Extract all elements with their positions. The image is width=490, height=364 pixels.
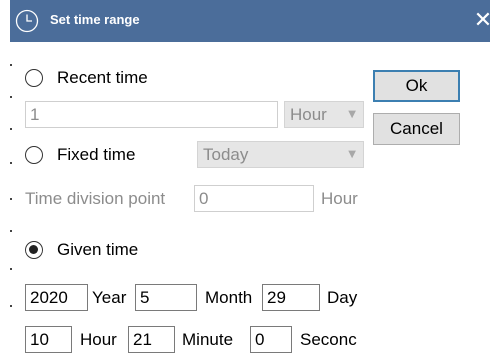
- edge-mark: [10, 268, 12, 270]
- recent-time-radio[interactable]: [25, 69, 43, 87]
- recent-unit-dropdown[interactable]: Hour ▼: [284, 101, 364, 128]
- second-label: Seconc: [300, 330, 357, 349]
- day-label: Day: [327, 288, 358, 307]
- chevron-down-icon: ▼: [348, 109, 356, 120]
- edge-mark: [10, 162, 12, 164]
- cancel-button[interactable]: Cancel: [373, 113, 460, 145]
- edge-mark: [10, 305, 12, 307]
- edge-mark: [10, 128, 12, 130]
- hour-label: Hour: [80, 330, 117, 349]
- clock-icon: [15, 9, 39, 33]
- close-icon[interactable]: ✕: [471, 6, 490, 36]
- month-input[interactable]: 5: [135, 284, 197, 311]
- edge-mark: [10, 96, 12, 98]
- edge-mark: [10, 64, 12, 66]
- minute-label: Minute: [182, 330, 234, 349]
- given-time-label: Given time: [57, 240, 139, 259]
- second-input[interactable]: 0: [250, 326, 292, 353]
- ok-button[interactable]: Ok: [373, 70, 460, 102]
- edge-mark: [10, 198, 12, 200]
- division-unit: Hour: [321, 189, 358, 208]
- chevron-down-icon: ▼: [348, 149, 356, 160]
- month-label: Month: [205, 288, 253, 307]
- year-label: Year: [92, 288, 127, 307]
- recent-time-label: Recent time: [57, 68, 148, 87]
- recent-time-input[interactable]: 1: [25, 101, 278, 128]
- fixed-day-value: Today: [203, 145, 249, 164]
- division-label: Time division point: [25, 189, 166, 208]
- hour-input[interactable]: 10: [25, 326, 72, 353]
- edge-mark: [10, 230, 12, 232]
- fixed-time-label: Fixed time: [57, 145, 136, 164]
- window-title: Set time range: [50, 12, 140, 27]
- fixed-time-radio[interactable]: [25, 146, 43, 164]
- recent-unit-value: Hour: [290, 105, 327, 124]
- day-input[interactable]: 29: [262, 284, 320, 311]
- given-time-radio[interactable]: [25, 241, 43, 259]
- division-input[interactable]: 0: [194, 185, 314, 212]
- minute-input[interactable]: 21: [128, 326, 175, 353]
- year-input[interactable]: 2020: [25, 284, 88, 311]
- title-bar: Set time range ✕: [10, 0, 490, 42]
- fixed-day-dropdown[interactable]: Today ▼: [197, 141, 364, 168]
